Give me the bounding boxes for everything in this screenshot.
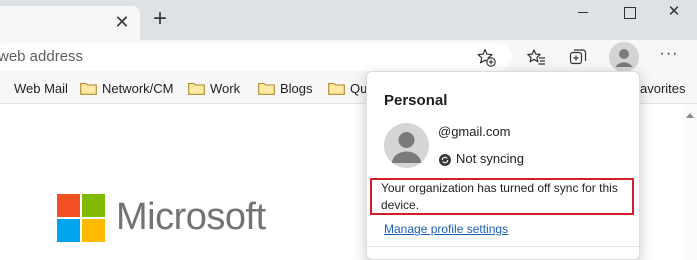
folder-icon (258, 82, 275, 95)
logo-yellow-square (82, 219, 105, 242)
profile-avatar[interactable] (384, 123, 429, 168)
profile-title: Personal (384, 92, 448, 109)
address-bar[interactable]: web address (0, 43, 512, 71)
favorite-label: avorites (640, 81, 686, 96)
favorites-icon[interactable] (526, 47, 546, 67)
favorite-label: Network/CM (102, 81, 174, 96)
profile-button[interactable] (609, 42, 639, 72)
folder-icon (80, 82, 97, 95)
profile-flyout: Personal @gmail.com Not syncing Your org… (366, 71, 640, 260)
scrollbar[interactable] (683, 105, 697, 260)
sync-off-icon (439, 153, 451, 166)
logo-blue-square (57, 219, 80, 242)
microsoft-wordmark: Microsoft (116, 196, 266, 238)
sync-status: Not syncing (456, 151, 524, 166)
tab-strip: ✕ + ✕ (0, 0, 697, 40)
favorite-label: Qu (350, 81, 368, 96)
microsoft-logo-icon (57, 194, 105, 242)
avatar-icon (384, 123, 429, 168)
logo-red-square (57, 194, 80, 217)
folder-icon (188, 82, 205, 95)
collections-icon[interactable] (568, 47, 588, 67)
favorite-label: Blogs (280, 81, 313, 96)
more-button[interactable]: ··· (656, 46, 682, 66)
manage-profile-settings-link[interactable]: Manage profile settings (384, 222, 508, 236)
favorite-label: Work (210, 81, 241, 96)
toolbar: web address ··· (0, 40, 697, 74)
sync-alert-message: Your organization has turned off sync fo… (381, 181, 618, 212)
address-placeholder: web address (0, 48, 84, 65)
close-window-button[interactable]: ✕ (651, 0, 697, 26)
folder-icon (328, 82, 345, 95)
profile-email: @gmail.com (438, 124, 511, 139)
favorite-label: Web Mail (14, 81, 68, 96)
minimize-button[interactable] (560, 0, 606, 26)
active-tab[interactable]: ✕ (0, 6, 140, 40)
star-add-icon[interactable] (476, 47, 496, 67)
logo-green-square (82, 194, 105, 217)
divider (367, 246, 639, 247)
profile-icon (609, 42, 639, 72)
scroll-up-arrow-icon[interactable] (686, 113, 694, 118)
new-tab-button[interactable]: + (148, 7, 172, 32)
close-tab-icon[interactable]: ✕ (113, 13, 131, 31)
maximize-button[interactable] (606, 0, 652, 26)
